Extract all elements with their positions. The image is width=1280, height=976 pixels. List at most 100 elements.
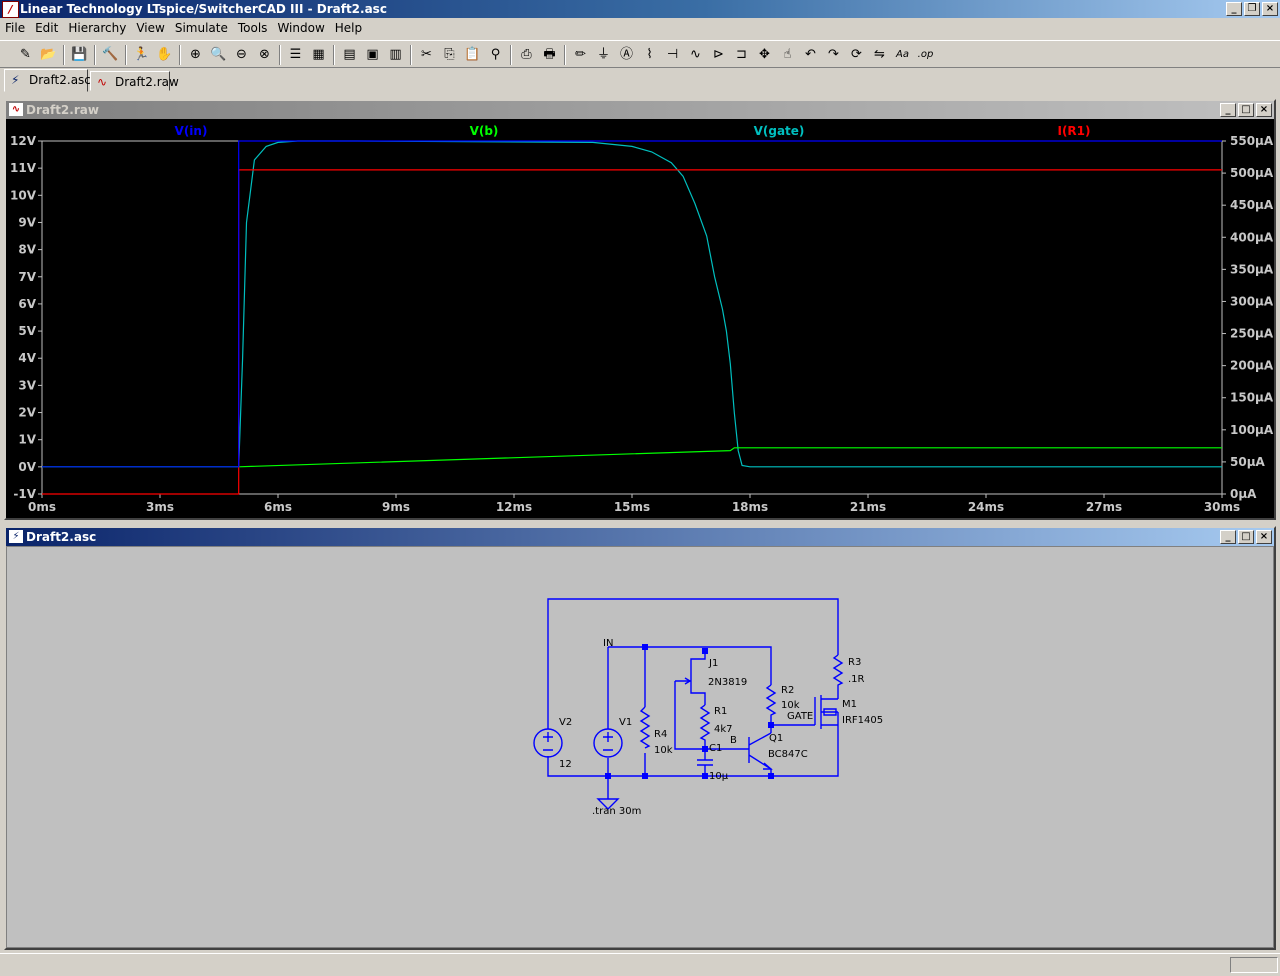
legend-ir1: I(R1) [1057, 124, 1090, 138]
pan-icon[interactable]: ✋ [153, 45, 176, 65]
control-panel-icon[interactable]: 🔨 [99, 45, 122, 65]
tab-draft2-raw[interactable]: ∿ Draft2.raw [90, 71, 179, 91]
schematic-tab-icon: ⚡ [11, 73, 20, 87]
label-j1-value: 2N3819 [708, 677, 747, 688]
print-icon[interactable]: 🖶 [538, 45, 561, 65]
component-icon[interactable]: ⊐ [730, 45, 753, 65]
grid-icon[interactable]: ▦ [307, 45, 330, 65]
new-schematic-icon[interactable]: ✎ [14, 45, 37, 65]
close-icon[interactable]: × [1256, 530, 1272, 544]
close-all-icon[interactable]: ▥ [384, 45, 407, 65]
label-gate: GATE [787, 711, 813, 722]
schematic-canvas[interactable]: IN V2 12 V1 R4 10k J1 2N3819 R1 4k7 C1 1… [6, 546, 1274, 948]
text-icon[interactable]: Aa [891, 45, 914, 65]
menu-view[interactable]: View [131, 18, 169, 38]
schematic-window[interactable]: ⚡ Draft2.asc _ □ × IN V2 12 V1 R4 10k J1… [4, 526, 1276, 950]
resistor-icon[interactable]: ⌇ [638, 45, 661, 65]
capacitor-icon[interactable]: ⊣ [661, 45, 684, 65]
x-tick-label: 12ms [496, 500, 532, 514]
find-icon[interactable]: ⚲ [484, 45, 507, 65]
label-icon[interactable]: Ⓐ [615, 45, 638, 65]
maximize-icon[interactable]: □ [1238, 103, 1254, 117]
restore-icon[interactable]: ❐ [1244, 2, 1260, 16]
spice-directive-icon[interactable]: .op [914, 45, 937, 65]
undo-icon[interactable]: ↶ [799, 45, 822, 65]
menu-tools[interactable]: Tools [233, 18, 273, 38]
y-left-tick-label: 8V [18, 243, 36, 257]
plot-area[interactable]: 0ms 3ms 6ms 9ms 12ms 15ms 18ms 21ms 24ms 27ms 30ms… [6, 119, 1274, 518]
maximize-icon[interactable]: □ [1238, 530, 1254, 544]
y-right-tick-label: 250µA [1230, 327, 1274, 341]
rotate-icon[interactable]: ⟳ [845, 45, 868, 65]
x-tick-label: 6ms [264, 500, 292, 514]
zoom-out-icon[interactable]: ⊖ [230, 45, 253, 65]
x-tick-label: 21ms [850, 500, 886, 514]
redo-icon[interactable]: ↷ [822, 45, 845, 65]
minimize-icon[interactable]: _ [1226, 2, 1242, 16]
run-icon[interactable]: 🏃 [130, 45, 153, 65]
toolbar-separator [564, 45, 566, 65]
open-icon[interactable]: 📂 [37, 45, 60, 65]
drag-icon[interactable]: ☝ [776, 45, 799, 65]
junction [768, 722, 774, 728]
junction [642, 644, 648, 650]
zoom-in-icon[interactable]: ⊕ [184, 45, 207, 65]
label-r3-name: R3 [848, 657, 861, 668]
app-title: Linear Technology LTspice/SwitcherCAD II… [20, 2, 387, 16]
zoom-fit-icon[interactable]: ⊗ [253, 45, 276, 65]
legend-vin: V(in) [175, 124, 208, 138]
y-left-tick-label: 0V [18, 460, 36, 474]
paste-icon[interactable]: 📋 [461, 45, 484, 65]
copy-icon[interactable]: ⎘ [438, 45, 461, 65]
move-icon[interactable]: ✥ [753, 45, 776, 65]
wire-icon[interactable]: ✏ [569, 45, 592, 65]
y-left-tick-label: 1V [18, 433, 36, 447]
close-icon[interactable]: × [1262, 2, 1278, 16]
schematic-drawing[interactable]: IN V2 12 V1 R4 10k J1 2N3819 R1 4k7 C1 1… [7, 547, 1273, 949]
menu-simulate[interactable]: Simulate [170, 18, 233, 38]
close-icon[interactable]: × [1256, 103, 1272, 117]
y-right-tick-label: 350µA [1230, 262, 1274, 276]
trace-vin [42, 140, 1222, 468]
tile-horizontal-icon[interactable]: ▤ [338, 45, 361, 65]
menu-hierarchy[interactable]: Hierarchy [63, 18, 131, 38]
ground-icon[interactable]: ⏚ [592, 45, 615, 65]
toolbar: ✎ 📂 💾 🔨 🏃 ✋ ⊕ 🔍 ⊖ ⊗ ☰ ▦ ▤ ▣ ▥ ✂ ⎘ 📋 ⚲ ⎙ 🖶 ✏ ⏚ Ⓐ ⌇ ⊣ ∿ ⊳ ⊐ ✥ ☝ ↶ ↷ ⟳ ⇋ Aa .op [0, 40, 1280, 68]
mirror-icon[interactable]: ⇋ [868, 45, 891, 65]
diode-icon[interactable]: ⊳ [707, 45, 730, 65]
minimize-icon[interactable]: _ [1220, 530, 1236, 544]
menu-edit[interactable]: Edit [30, 18, 63, 38]
toolbar-separator [94, 45, 96, 65]
tab-draft2-asc[interactable]: ⚡ Draft2.asc [4, 69, 91, 92]
inductor-icon[interactable]: ∿ [684, 45, 707, 65]
y-right-tick-label: 100µA [1230, 423, 1274, 437]
save-icon[interactable]: 💾 [68, 45, 91, 65]
waveform-window-title-bar[interactable]: ∿ Draft2.raw _ □ × [6, 101, 1274, 119]
autorange-icon[interactable]: ☰ [284, 45, 307, 65]
trace-ir1 [42, 169, 1222, 495]
menu-file[interactable]: File [0, 18, 30, 38]
wire-j1-gate[interactable] [674, 680, 705, 750]
toolbar-separator [510, 45, 512, 65]
label-b: B [730, 735, 737, 746]
y-right-tick-label: 500µA [1230, 166, 1274, 180]
waveform-plot[interactable]: 0ms 3ms 6ms 9ms 12ms 15ms 18ms 21ms 24ms 27ms 30ms… [6, 119, 1274, 518]
mosfet-m1-gate [814, 695, 822, 729]
ltspice-logo-icon: / [2, 1, 19, 18]
status-panel [1230, 957, 1278, 973]
wire-top-loop[interactable] [547, 598, 839, 675]
cut-icon[interactable]: ✂ [415, 45, 438, 65]
menu-window[interactable]: Window [272, 18, 329, 38]
minimize-icon[interactable]: _ [1220, 103, 1236, 117]
schematic-window-title-bar[interactable]: ⚡ Draft2.asc _ □ × [6, 528, 1274, 546]
zoom-area-icon[interactable]: 🔍 [207, 45, 230, 65]
print-preview-icon[interactable]: ⎙ [515, 45, 538, 65]
jfet-j1-channel [690, 651, 706, 705]
x-tick-label: 30ms [1204, 500, 1240, 514]
toolbar-icons: ✎ 📂 💾 🔨 🏃 ✋ ⊕ 🔍 ⊖ ⊗ ☰ ▦ ▤ ▣ ▥ ✂ ⎘ 📋 ⚲ ⎙ 🖶 ✏ ⏚ Ⓐ ⌇ ⊣ ∿ ⊳ ⊐ ✥ ☝ ↶ ↷ ⟳ ⇋ Aa .op [14, 44, 944, 66]
menu-help[interactable]: Help [330, 18, 367, 38]
app-title-bar[interactable]: / Linear Technology LTspice/SwitcherCAD … [0, 0, 1280, 18]
waveform-window[interactable]: ∿ Draft2.raw _ □ × 0ms 3ms 6ms 9ms 12ms 15ms 1… [4, 99, 1276, 520]
spice-directive-tran[interactable]: .tran 30m [592, 806, 641, 817]
cascade-icon[interactable]: ▣ [361, 45, 384, 65]
